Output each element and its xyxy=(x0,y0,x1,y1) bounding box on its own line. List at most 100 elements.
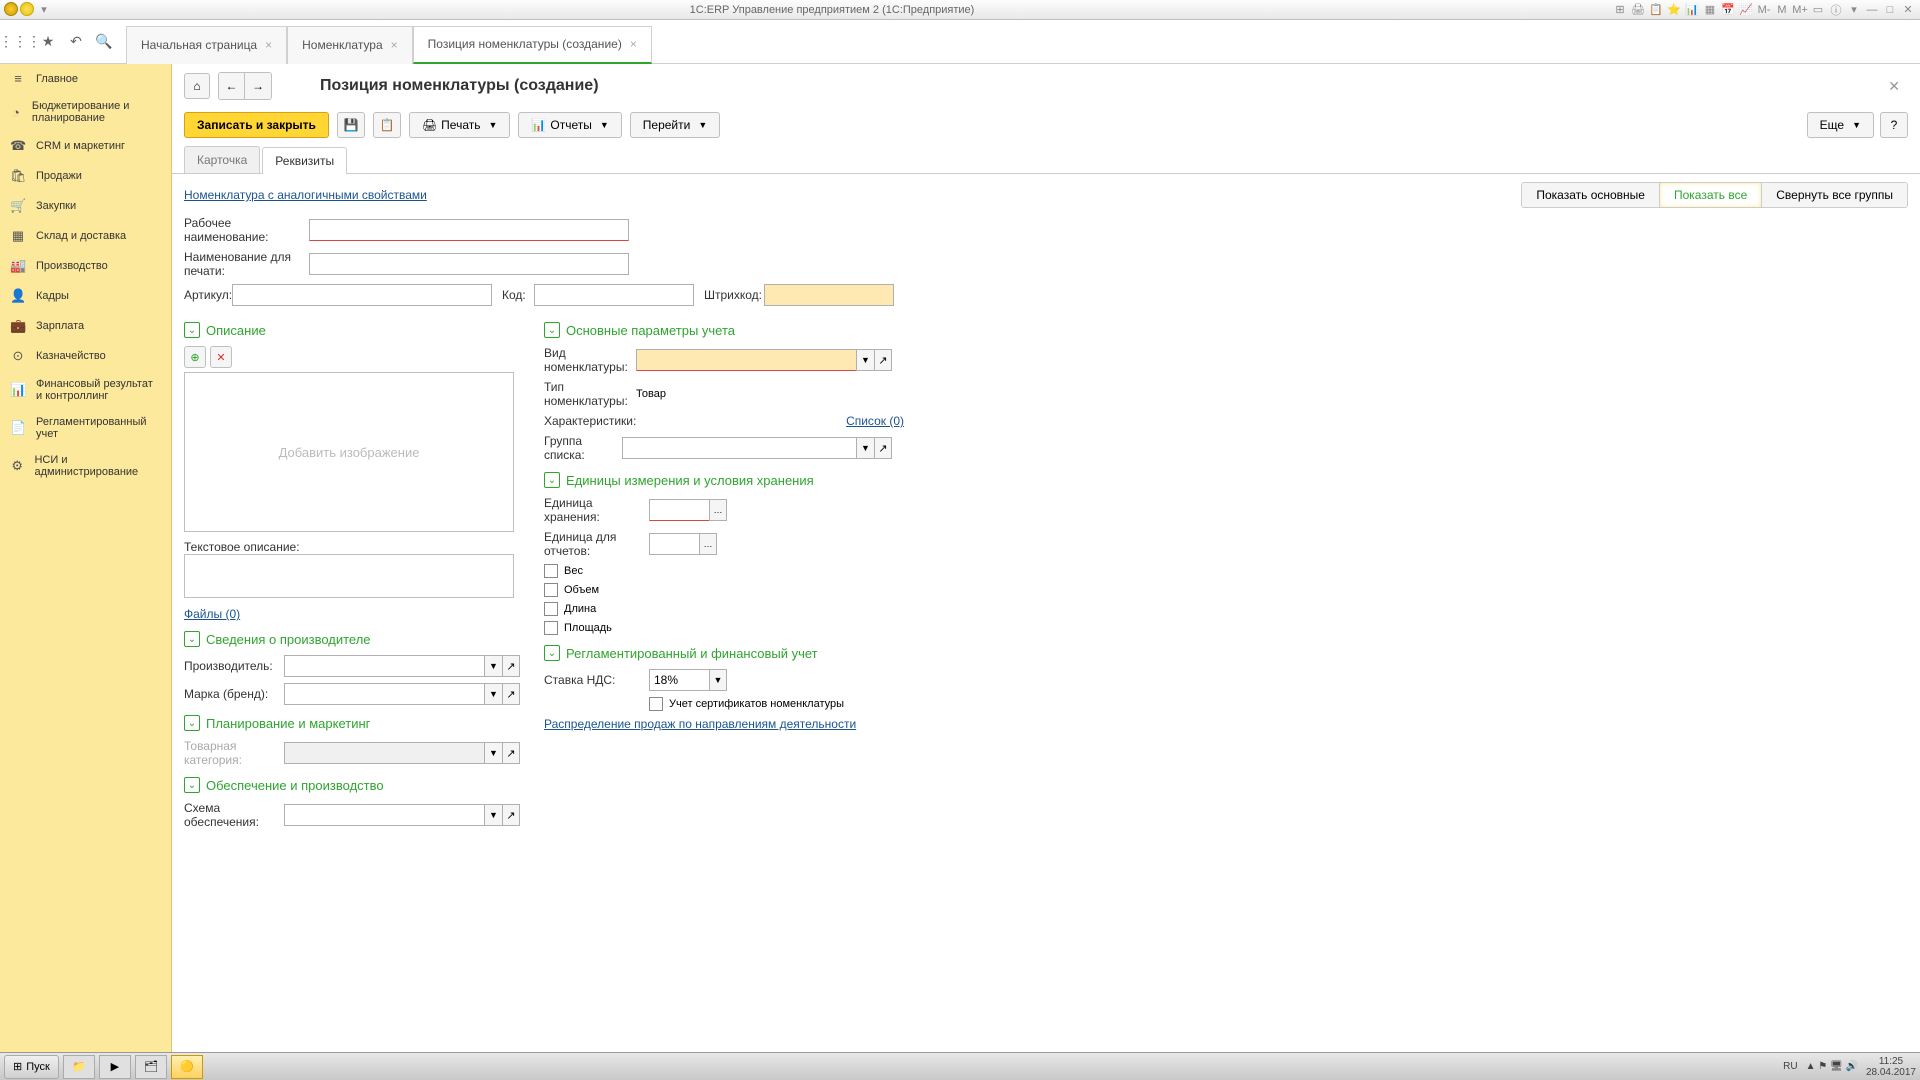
vat-input[interactable] xyxy=(649,669,709,691)
sidebar-item[interactable]: ☎CRM и маркетинг xyxy=(0,131,171,161)
add-image-button[interactable]: ⊕ xyxy=(184,346,206,368)
task-1c[interactable]: 🟡 xyxy=(171,1055,203,1079)
text-desc-input[interactable] xyxy=(184,554,514,598)
titlebar-icon[interactable]: 📈 xyxy=(1738,2,1754,18)
length-checkbox[interactable] xyxy=(544,602,558,616)
reports-button[interactable]: 📊Отчеты▼ xyxy=(518,112,621,138)
characteristics-link[interactable]: Список (0) xyxy=(846,414,904,428)
code-input[interactable] xyxy=(534,284,694,306)
units-toggle[interactable]: ⌄ xyxy=(544,472,560,488)
tab-requisites[interactable]: Реквизиты xyxy=(262,147,347,174)
tab-close-icon[interactable]: × xyxy=(265,38,272,52)
task-files[interactable]: 🗂 xyxy=(135,1055,167,1079)
brand-dropdown[interactable]: ▼ xyxy=(484,683,502,705)
supply-open[interactable]: ↗ xyxy=(502,804,520,826)
app-icon[interactable] xyxy=(4,2,18,16)
titlebar-icon[interactable]: ▾ xyxy=(1846,2,1862,18)
titlebar-icon[interactable]: — xyxy=(1864,2,1880,18)
storage-unit-input[interactable] xyxy=(649,499,709,521)
print-button[interactable]: 🖨Печать▼ xyxy=(409,112,510,138)
main-params-toggle[interactable]: ⌄ xyxy=(544,322,560,338)
sidebar-item[interactable]: ◔Бюджетирование и планирование xyxy=(0,93,171,131)
report-unit-input[interactable] xyxy=(649,533,699,555)
supply-toggle[interactable]: ⌄ xyxy=(184,777,200,793)
kind-input[interactable] xyxy=(636,349,856,371)
sidebar-item[interactable]: 💼Зарплата xyxy=(0,311,171,341)
work-name-input[interactable] xyxy=(309,219,629,241)
titlebar-icon[interactable]: 📋 xyxy=(1648,2,1664,18)
volume-checkbox[interactable] xyxy=(544,583,558,597)
show-all-button[interactable]: Показать все xyxy=(1660,183,1762,207)
tab-close-icon[interactable]: × xyxy=(630,37,637,51)
save-button[interactable]: 💾 xyxy=(337,112,365,138)
sidebar-item[interactable]: ⚙НСИ и администрирование xyxy=(0,447,171,485)
forward-button[interactable]: → xyxy=(245,73,271,99)
supply-dropdown[interactable]: ▼ xyxy=(484,804,502,826)
titlebar-icon[interactable]: ⓘ xyxy=(1828,2,1844,18)
titlebar-icon[interactable]: M- xyxy=(1756,2,1772,18)
back-button[interactable]: ← xyxy=(219,73,245,99)
files-link[interactable]: Файлы (0) xyxy=(184,607,240,621)
manufacturer-dropdown[interactable]: ▼ xyxy=(484,655,502,677)
sidebar-item[interactable]: 🛒Закупки xyxy=(0,191,171,221)
image-dropzone[interactable]: Добавить изображение xyxy=(184,372,514,532)
start-button[interactable]: ⊞Пуск xyxy=(4,1055,59,1079)
manufacturer-open[interactable]: ↗ xyxy=(502,655,520,677)
desc-toggle[interactable]: ⌄ xyxy=(184,322,200,338)
list-group-dropdown[interactable]: ▼ xyxy=(856,437,874,459)
area-checkbox[interactable] xyxy=(544,621,558,635)
similar-items-link[interactable]: Номенклатура с аналогичными свойствами xyxy=(184,188,427,202)
titlebar-icon[interactable]: ⭐ xyxy=(1666,2,1682,18)
show-main-button[interactable]: Показать основные xyxy=(1522,183,1660,207)
language-indicator[interactable]: RU xyxy=(1783,1061,1797,1072)
clock[interactable]: 11:25 28.04.2017 xyxy=(1866,1056,1916,1078)
titlebar-icon[interactable]: ⊞ xyxy=(1612,2,1628,18)
kind-dropdown[interactable]: ▼ xyxy=(856,349,874,371)
collapse-all-button[interactable]: Свернуть все группы xyxy=(1762,183,1907,207)
star-icon[interactable]: ★ xyxy=(34,28,62,56)
search-icon[interactable]: 🔍 xyxy=(90,28,118,56)
sidebar-item[interactable]: 🛍Продажи xyxy=(0,161,171,191)
print-name-input[interactable] xyxy=(309,253,629,275)
sidebar-item[interactable]: ≡Главное xyxy=(0,64,171,93)
sidebar-item[interactable]: 📄Регламентированный учет xyxy=(0,409,171,447)
home-button[interactable]: ⌂ xyxy=(184,73,210,99)
dropdown-icon[interactable] xyxy=(20,2,34,16)
weight-checkbox[interactable] xyxy=(544,564,558,578)
more-button[interactable]: Еще▼ xyxy=(1807,112,1874,138)
sidebar-item[interactable]: ▦Склад и доставка xyxy=(0,221,171,251)
planning-toggle[interactable]: ⌄ xyxy=(184,715,200,731)
category-dropdown[interactable]: ▼ xyxy=(484,742,502,764)
titlebar-icon[interactable]: 📅 xyxy=(1720,2,1736,18)
goto-button[interactable]: Перейти▼ xyxy=(630,112,720,138)
brand-input[interactable] xyxy=(284,683,484,705)
sidebar-item[interactable]: ⊙Казначейство xyxy=(0,341,171,371)
list-group-open[interactable]: ↗ xyxy=(874,437,892,459)
titlebar-icon[interactable]: ▭ xyxy=(1810,2,1826,18)
titlebar-icon[interactable]: 📊 xyxy=(1684,2,1700,18)
tab[interactable]: Позиция номенклатуры (создание)× xyxy=(413,26,652,64)
save-close-button[interactable]: Записать и закрыть xyxy=(184,112,329,138)
task-shell[interactable]: ▶ xyxy=(99,1055,131,1079)
article-input[interactable] xyxy=(232,284,492,306)
sidebar-item[interactable]: 👤Кадры xyxy=(0,281,171,311)
tab-card[interactable]: Карточка xyxy=(184,146,260,173)
menu-icon[interactable]: ▾ xyxy=(36,2,52,18)
cert-checkbox[interactable] xyxy=(649,697,663,711)
titlebar-icon[interactable]: □ xyxy=(1882,2,1898,18)
remove-image-button[interactable]: ✕ xyxy=(210,346,232,368)
supply-input[interactable] xyxy=(284,804,484,826)
titlebar-icon[interactable]: M xyxy=(1774,2,1790,18)
manufacturer-toggle[interactable]: ⌄ xyxy=(184,631,200,647)
sidebar-item[interactable]: 📊Финансовый результат и контроллинг xyxy=(0,371,171,409)
vat-dropdown[interactable]: ▼ xyxy=(709,669,727,691)
brand-open[interactable]: ↗ xyxy=(502,683,520,705)
sales-distribution-link[interactable]: Распределение продаж по направлениям дея… xyxy=(544,717,856,731)
page-close-button[interactable]: ✕ xyxy=(1880,74,1908,99)
barcode-input[interactable] xyxy=(764,284,894,306)
titlebar-icon[interactable]: 🖨 xyxy=(1630,2,1646,18)
finance-toggle[interactable]: ⌄ xyxy=(544,645,560,661)
titlebar-icon[interactable]: ✕ xyxy=(1900,2,1916,18)
tray-icons[interactable]: ▲ ⚑ 🖥 🔊 xyxy=(1806,1061,1858,1072)
titlebar-icon[interactable]: M+ xyxy=(1792,2,1808,18)
